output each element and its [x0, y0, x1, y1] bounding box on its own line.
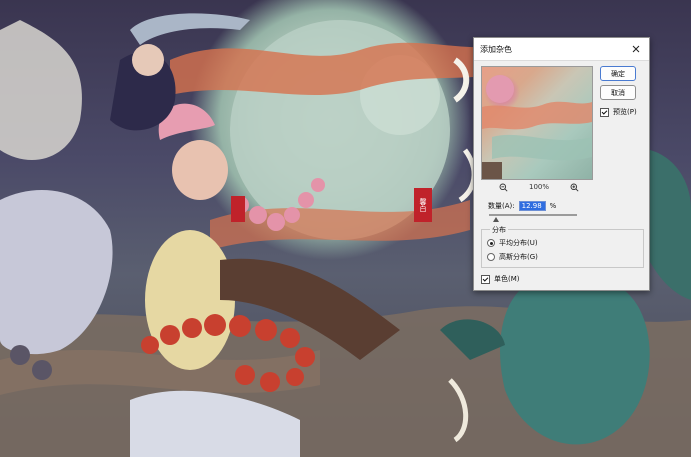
- monochrome-checkbox[interactable]: [481, 274, 490, 284]
- gaussian-option[interactable]: 高斯分布(G): [487, 252, 538, 262]
- seal-stamp: 馨白: [419, 198, 427, 212]
- close-icon: [632, 45, 640, 53]
- amount-slider-thumb[interactable]: [493, 217, 499, 222]
- gaussian-radio[interactable]: [487, 253, 495, 261]
- preview-label: 预览(P): [613, 108, 637, 116]
- zoom-controls: 100%: [499, 181, 579, 193]
- gaussian-label: 高斯分布(G): [499, 253, 538, 261]
- preview-checkbox[interactable]: [600, 107, 609, 117]
- distribution-group-label: 分布: [490, 225, 508, 235]
- uniform-option[interactable]: 平均分布(U): [487, 238, 538, 248]
- checkmark-icon: [601, 108, 608, 115]
- add-noise-dialog: 添加杂色 100% 确定 取消 预览(P) 数量(A): 12.98 % 分布 …: [473, 37, 650, 291]
- uniform-radio[interactable]: [487, 239, 495, 247]
- zoom-out-button[interactable]: [499, 183, 508, 192]
- zoom-in-button[interactable]: [570, 183, 579, 192]
- preview-thumbnail[interactable]: [481, 66, 593, 180]
- amount-input[interactable]: 12.98: [518, 201, 546, 211]
- cancel-button[interactable]: 取消: [600, 85, 636, 100]
- monochrome-label: 单色(M): [494, 275, 520, 283]
- amount-unit: %: [549, 202, 557, 210]
- distribution-group: 分布 平均分布(U) 高斯分布(G): [481, 225, 644, 268]
- amount-slider-track[interactable]: [489, 214, 577, 216]
- zoom-out-icon: [499, 183, 508, 192]
- preview-image: [482, 75, 592, 179]
- monochrome-checkbox-row[interactable]: 单色(M): [481, 274, 520, 284]
- radio-dot: [489, 241, 493, 245]
- dialog-titlebar[interactable]: 添加杂色: [474, 38, 649, 61]
- close-button[interactable]: [629, 42, 643, 56]
- uniform-label: 平均分布(U): [499, 239, 538, 247]
- zoom-level: 100%: [528, 183, 549, 191]
- ok-button[interactable]: 确定: [600, 66, 636, 81]
- amount-label: 数量(A):: [488, 202, 515, 210]
- preview-checkbox-row[interactable]: 预览(P): [600, 107, 637, 117]
- dialog-title: 添加杂色: [480, 44, 512, 54]
- zoom-in-icon: [570, 183, 579, 192]
- checkmark-icon: [482, 275, 489, 282]
- amount-row: 数量(A): 12.98 %: [488, 201, 556, 211]
